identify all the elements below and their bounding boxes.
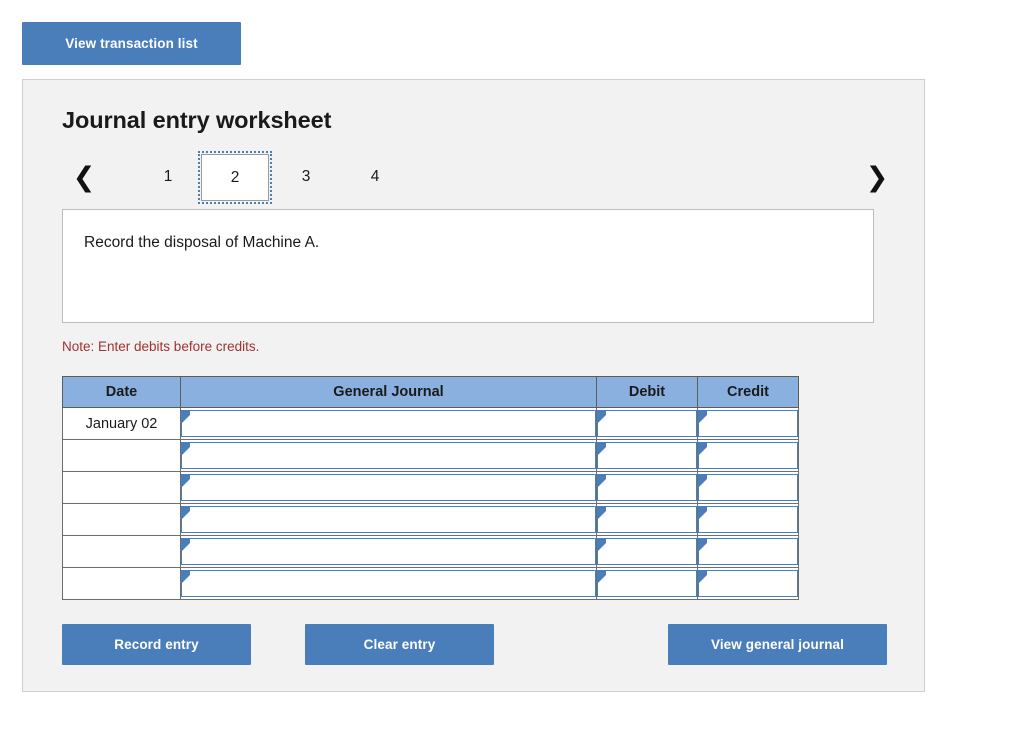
pager-tab-2[interactable]: 2 — [198, 151, 272, 204]
clear-entry-button[interactable]: Clear entry — [305, 624, 494, 665]
credit-input[interactable] — [698, 410, 798, 437]
general-journal-cell[interactable] — [180, 407, 597, 440]
date-cell[interactable] — [62, 503, 181, 536]
credit-cell[interactable] — [697, 503, 799, 536]
credit-cell[interactable] — [697, 471, 799, 504]
pager-tab-3[interactable]: 3 — [289, 152, 323, 202]
prompt-box: Record the disposal of Machine A. — [62, 209, 874, 323]
view-general-journal-button[interactable]: View general journal — [668, 624, 887, 665]
credit-cell[interactable] — [697, 407, 799, 440]
debit-cell[interactable] — [596, 567, 698, 600]
account-select[interactable] — [181, 410, 596, 437]
credit-input[interactable] — [698, 474, 798, 501]
column-header-credit: Credit — [697, 376, 799, 408]
table-row: January 02 — [62, 407, 799, 440]
debit-cell[interactable] — [596, 439, 698, 472]
column-header-general-journal: General Journal — [180, 376, 597, 408]
journal-entry-panel: Journal entry worksheet ❮ 1 2 3 4 ❯ Reco… — [22, 79, 925, 692]
table-row — [62, 471, 799, 504]
general-journal-cell[interactable] — [180, 567, 597, 600]
account-select[interactable] — [181, 442, 596, 469]
general-journal-cell[interactable] — [180, 503, 597, 536]
view-transaction-list-button[interactable]: View transaction list — [22, 22, 241, 65]
credit-input[interactable] — [698, 442, 798, 469]
table-row — [62, 503, 799, 536]
account-select[interactable] — [181, 570, 596, 597]
debits-before-credits-note: Note: Enter debits before credits. — [62, 339, 260, 354]
general-journal-cell[interactable] — [180, 535, 597, 568]
debit-input[interactable] — [597, 474, 697, 501]
table-row — [62, 567, 799, 600]
table-header-row: Date General Journal Debit Credit — [62, 376, 799, 408]
credit-cell[interactable] — [697, 535, 799, 568]
date-cell[interactable] — [62, 567, 181, 600]
credit-cell[interactable] — [697, 567, 799, 600]
general-journal-cell[interactable] — [180, 439, 597, 472]
credit-input[interactable] — [698, 538, 798, 565]
prompt-text: Record the disposal of Machine A. — [84, 234, 320, 251]
debit-cell[interactable] — [596, 407, 698, 440]
date-cell[interactable] — [62, 439, 181, 472]
date-cell[interactable] — [62, 535, 181, 568]
account-select[interactable] — [181, 506, 596, 533]
debit-input[interactable] — [597, 410, 697, 437]
debit-cell[interactable] — [596, 503, 698, 536]
page-title: Journal entry worksheet — [62, 107, 332, 133]
account-select[interactable] — [181, 538, 596, 565]
chevron-right-icon[interactable]: ❯ — [862, 152, 892, 202]
credit-cell[interactable] — [697, 439, 799, 472]
worksheet-pager: ❮ 1 2 3 4 ❯ — [62, 151, 892, 204]
table-row — [62, 439, 799, 472]
general-journal-cell[interactable] — [180, 471, 597, 504]
credit-input[interactable] — [698, 570, 798, 597]
debit-cell[interactable] — [596, 471, 698, 504]
pager-tab-4[interactable]: 4 — [358, 152, 392, 202]
column-header-debit: Debit — [596, 376, 698, 408]
column-header-date: Date — [62, 376, 181, 408]
date-cell[interactable]: January 02 — [62, 407, 181, 440]
debit-input[interactable] — [597, 538, 697, 565]
pager-tab-1[interactable]: 1 — [151, 152, 185, 202]
chevron-left-icon[interactable]: ❮ — [69, 152, 99, 202]
journal-entry-table: Date General Journal Debit Credit Januar… — [62, 376, 799, 600]
account-select[interactable] — [181, 474, 596, 501]
debit-input[interactable] — [597, 570, 697, 597]
debit-input[interactable] — [597, 506, 697, 533]
record-entry-button[interactable]: Record entry — [62, 624, 251, 665]
credit-input[interactable] — [698, 506, 798, 533]
debit-input[interactable] — [597, 442, 697, 469]
date-cell[interactable] — [62, 471, 181, 504]
debit-cell[interactable] — [596, 535, 698, 568]
table-row — [62, 535, 799, 568]
